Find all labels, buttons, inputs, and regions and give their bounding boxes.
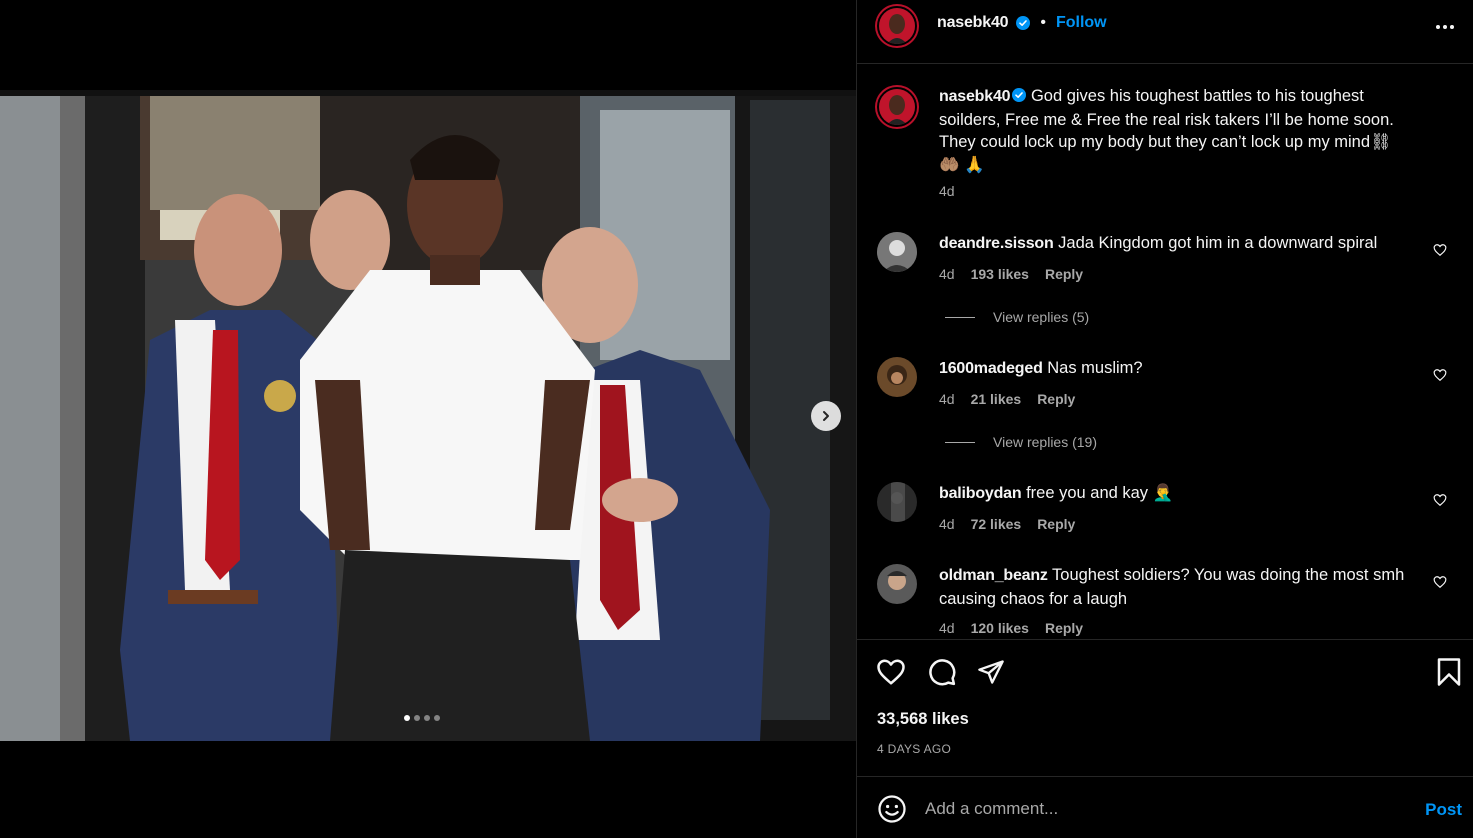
comment-age: 4d [939, 620, 955, 636]
replies-divider [945, 441, 975, 443]
like-button[interactable] [875, 656, 907, 688]
post-image[interactable] [0, 90, 856, 741]
view-replies-label: View replies (19) [993, 434, 1098, 450]
more-dot [1443, 25, 1447, 29]
caption-emojis: 🤲🏽 🙏 [939, 155, 985, 174]
comment-text: baliboydan free you and kay 🤦‍♂️ [939, 482, 1429, 506]
commenter-avatar[interactable] [877, 564, 917, 604]
comment-age: 4d [939, 516, 955, 532]
avatar-image [877, 564, 917, 604]
caption-age: 4d [939, 183, 955, 199]
comment-text: deandre.sisson Jada Kingdom got him in a… [939, 232, 1429, 256]
follow-button[interactable]: Follow [1056, 14, 1107, 32]
carousel-dot [414, 715, 420, 721]
avatar-image [877, 232, 917, 272]
caption-meta: 4d [939, 183, 955, 199]
save-button[interactable] [1433, 656, 1465, 688]
verified-badge-icon [1016, 16, 1031, 30]
commenter-username[interactable]: deandre.sisson [939, 235, 1054, 252]
comment-meta: 4d 193 likes Reply [939, 266, 1083, 282]
post-comment-button[interactable]: Post [1425, 800, 1462, 820]
comment-likes[interactable]: 72 likes [971, 516, 1022, 532]
commenter-avatar[interactable] [877, 232, 917, 272]
send-paper-plane-icon [978, 660, 1004, 684]
carousel-dot [434, 715, 440, 721]
post-photo-illustration [0, 90, 856, 741]
view-replies-label: View replies (5) [993, 309, 1090, 325]
commenter-username[interactable]: baliboydan [939, 485, 1022, 502]
more-dot [1450, 25, 1454, 29]
comments-list[interactable]: nasebk40 God gives his toughest battles … [857, 65, 1473, 639]
comment-likes[interactable]: 120 likes [971, 620, 1029, 636]
avatar-image [877, 357, 917, 397]
more-dot [1436, 25, 1440, 29]
emoji-smiley-icon[interactable] [877, 794, 907, 824]
post-side-panel: nasebk40 • Follow nasebk40 God gives his… [856, 0, 1473, 838]
commenter-username[interactable]: oldman_beanz [939, 567, 1048, 584]
comment-button[interactable] [926, 656, 958, 688]
comment-likes[interactable]: 21 likes [971, 391, 1022, 407]
view-replies-button[interactable]: View replies (5) [945, 309, 1089, 325]
carousel-dot-active [404, 715, 410, 721]
header-identity: nasebk40 • Follow [937, 14, 1107, 32]
bookmark-icon [1437, 658, 1461, 686]
media-column [0, 0, 856, 838]
avatar-image [879, 8, 915, 44]
comment-composer: Post [857, 778, 1473, 838]
commenter-avatar[interactable] [877, 357, 917, 397]
verified-badge-icon [1012, 88, 1027, 102]
comment-meta: 4d 21 likes Reply [939, 391, 1075, 407]
reply-button[interactable]: Reply [1045, 266, 1083, 282]
commenter-avatar[interactable] [877, 482, 917, 522]
comment-body: Jada Kingdom got him in a downward spira… [1058, 234, 1378, 252]
share-button[interactable] [975, 656, 1007, 688]
comment-text: oldman_beanz Toughest soldiers? You was … [939, 564, 1429, 610]
comment-body: free you and kay 🤦‍♂️ [1026, 484, 1174, 502]
post-like-count[interactable]: 33,568 likes [877, 710, 969, 729]
post-header: nasebk40 • Follow [857, 0, 1473, 64]
author-avatar[interactable] [875, 4, 919, 48]
comment-meta: 4d 72 likes Reply [939, 516, 1075, 532]
more-options-button[interactable] [1434, 16, 1456, 38]
carousel-next-button[interactable] [811, 401, 841, 431]
post-actions: 33,568 likes 4 DAYS AGO [857, 639, 1473, 777]
comment-likes[interactable]: 193 likes [971, 266, 1029, 282]
comment-text: 1600madeged Nas muslim? [939, 357, 1429, 381]
chevron-right-icon [823, 411, 829, 421]
caption-username[interactable]: nasebk40 [939, 88, 1011, 105]
like-comment-heart-icon[interactable] [1433, 368, 1447, 382]
heart-icon [877, 659, 905, 685]
post-timestamp: 4 DAYS AGO [877, 742, 952, 756]
comment-input[interactable] [925, 796, 1395, 822]
comment-body: Nas muslim? [1047, 359, 1143, 377]
reply-button[interactable]: Reply [1037, 516, 1075, 532]
separator-dot: • [1040, 14, 1046, 31]
replies-divider [945, 316, 975, 318]
view-replies-button[interactable]: View replies (19) [945, 434, 1097, 450]
comment-meta: 4d 120 likes Reply [939, 620, 1083, 636]
reply-button[interactable]: Reply [1045, 620, 1083, 636]
carousel-dot [424, 715, 430, 721]
commenter-username[interactable]: 1600madeged [939, 360, 1043, 377]
like-comment-heart-icon[interactable] [1433, 493, 1447, 507]
reply-button[interactable]: Reply [1037, 391, 1075, 407]
comment-age: 4d [939, 391, 955, 407]
avatar-image [879, 89, 915, 125]
caption-text: nasebk40 God gives his toughest battles … [939, 85, 1429, 176]
author-username[interactable]: nasebk40 [937, 14, 1009, 32]
comment-age: 4d [939, 266, 955, 282]
author-avatar[interactable] [875, 85, 919, 129]
comment-bubble-icon [929, 659, 956, 686]
carousel-indicator [404, 715, 440, 721]
avatar-image [877, 482, 917, 522]
like-comment-heart-icon[interactable] [1433, 243, 1447, 257]
like-comment-heart-icon[interactable] [1433, 575, 1447, 589]
